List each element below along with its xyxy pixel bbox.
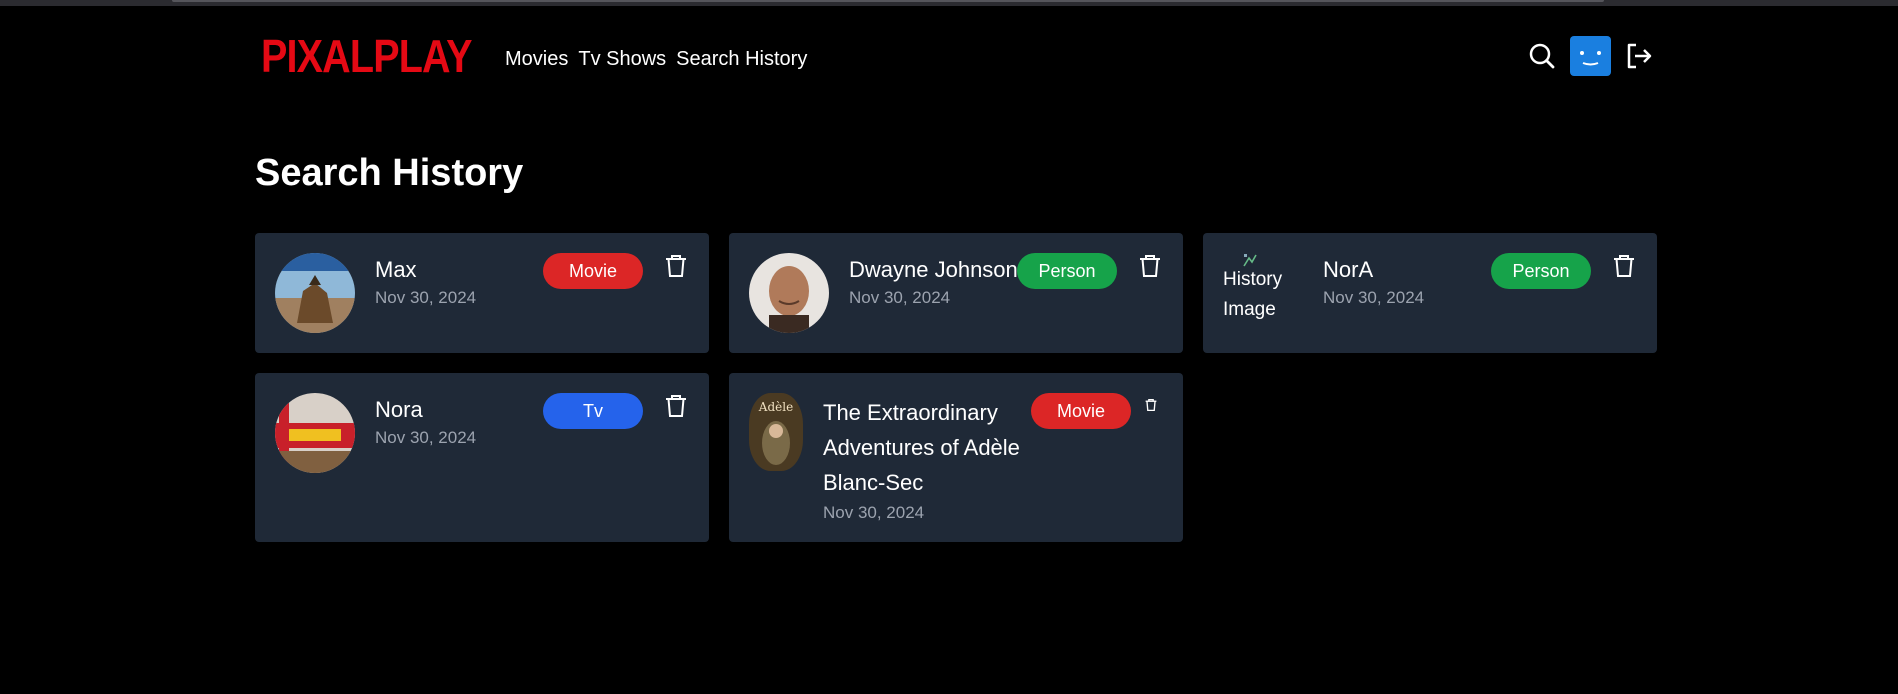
broken-image: History Image bbox=[1223, 253, 1293, 333]
history-card: Nora Nov 30, 2024 Tv bbox=[255, 373, 709, 542]
history-date: Nov 30, 2024 bbox=[375, 428, 477, 447]
history-date: Nov 30, 2024 bbox=[823, 503, 925, 522]
browser-top-strip bbox=[0, 0, 1898, 6]
nav-movies[interactable]: Movies bbox=[505, 46, 568, 72]
image-alt-text: History Image bbox=[1223, 269, 1283, 320]
logout-icon[interactable] bbox=[1623, 40, 1655, 72]
history-title: The Extraordinary Adventures of Adèle Bl… bbox=[823, 400, 1020, 495]
history-date: Nov 30, 2024 bbox=[849, 288, 951, 307]
poster-text: Adèle bbox=[758, 400, 793, 414]
site-logo[interactable]: PIXALPLAY bbox=[261, 30, 472, 82]
nav-tv-shows[interactable]: Tv Shows bbox=[578, 46, 666, 72]
history-grid: Max Nov 30, 2024 Movie Dwayne Johnson No… bbox=[255, 233, 1657, 542]
delete-trash-icon[interactable] bbox=[1137, 253, 1163, 279]
page-title: Search History bbox=[255, 152, 524, 194]
type-badge: Movie bbox=[1031, 393, 1131, 429]
site-header: PIXALPLAY Movies Tv Shows Search History bbox=[255, 26, 1655, 90]
history-title: Dwayne Johnson bbox=[849, 257, 1018, 282]
type-badge: Tv bbox=[543, 393, 643, 429]
history-card: History Image NorA Nov 30, 2024 Person bbox=[1203, 233, 1657, 353]
broken-image-icon bbox=[1243, 254, 1257, 267]
history-card: Max Nov 30, 2024 Movie bbox=[255, 233, 709, 353]
thumbnail-nora bbox=[275, 393, 355, 473]
header-actions bbox=[1526, 36, 1655, 76]
type-badge: Movie bbox=[543, 253, 643, 289]
history-date: Nov 30, 2024 bbox=[375, 288, 477, 307]
thumbnail-adele-blanc-sec: Adèle bbox=[749, 393, 803, 471]
delete-trash-icon[interactable] bbox=[663, 253, 689, 279]
main-nav: Movies Tv Shows Search History bbox=[505, 46, 807, 72]
history-date: Nov 30, 2024 bbox=[1323, 288, 1425, 307]
thumbnail-max bbox=[275, 253, 355, 333]
history-title: Max bbox=[375, 257, 417, 282]
nav-search-history[interactable]: Search History bbox=[676, 46, 807, 72]
history-title: NorA bbox=[1323, 257, 1374, 282]
history-card: Dwayne Johnson Nov 30, 2024 Person bbox=[729, 233, 1183, 353]
delete-trash-icon[interactable] bbox=[663, 393, 689, 419]
history-card: Adèle The Extraordinary Adventures of Ad… bbox=[729, 373, 1183, 542]
type-badge: Person bbox=[1491, 253, 1591, 289]
history-title: Nora bbox=[375, 397, 423, 422]
delete-trash-icon[interactable] bbox=[1611, 253, 1637, 279]
thumbnail-dwayne-johnson bbox=[749, 253, 829, 333]
search-icon[interactable] bbox=[1526, 40, 1558, 72]
type-badge: Person bbox=[1017, 253, 1117, 289]
avatar-icon[interactable] bbox=[1570, 36, 1611, 76]
delete-trash-icon[interactable] bbox=[1144, 398, 1158, 412]
